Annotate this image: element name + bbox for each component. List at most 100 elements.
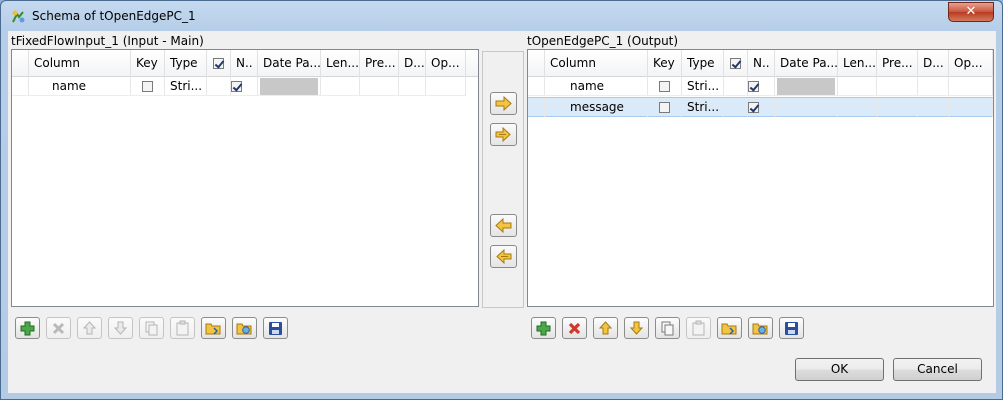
nullable-cell[interactable] [231, 77, 258, 96]
delete-button[interactable] [46, 317, 71, 339]
import-button[interactable] [201, 317, 226, 339]
paste-icon [692, 320, 705, 336]
optional-cell[interactable] [426, 77, 466, 96]
save-button[interactable] [263, 317, 288, 339]
input-schema-table[interactable]: Column Key Type N.. Date Pa... Len... Pr… [11, 49, 479, 307]
move-up-icon [82, 321, 97, 335]
column-name-cell[interactable]: name [29, 77, 131, 96]
delete-button[interactable] [562, 317, 587, 339]
copy-selected-right-button[interactable] [490, 92, 517, 115]
key-checkbox[interactable] [659, 81, 670, 92]
nullable-checkbox[interactable] [231, 81, 242, 92]
type-cell[interactable]: Stri... [682, 98, 724, 117]
key-header[interactable]: Key [648, 50, 682, 77]
length-header[interactable]: Len... [838, 50, 877, 77]
date-pattern-cell[interactable] [775, 98, 838, 117]
export-button[interactable] [748, 317, 773, 339]
table-row[interactable]: name Stri... [12, 77, 478, 97]
precision-cell[interactable] [360, 77, 399, 96]
nullable-checkbox[interactable] [748, 102, 759, 113]
nullable-checkbox[interactable] [748, 81, 759, 92]
type-header[interactable]: Type [682, 50, 724, 77]
close-button[interactable]: ✕ [948, 2, 994, 22]
paste-button[interactable] [686, 317, 711, 339]
add-button[interactable] [531, 317, 556, 339]
copy-button[interactable] [655, 317, 680, 339]
output-schema-table[interactable]: Column Key Type N.. Date Pa... Len... Pr… [527, 49, 994, 307]
key-checkbox[interactable] [659, 102, 670, 113]
table-row[interactable]: name Stri... [528, 77, 993, 97]
optional-header[interactable]: Op... [426, 50, 466, 77]
copy-selected-left-icon [495, 217, 512, 234]
length-cell[interactable] [321, 77, 360, 96]
import-icon [205, 323, 221, 335]
key-checkbox[interactable] [142, 81, 153, 92]
import-button[interactable] [717, 317, 742, 339]
length-header[interactable]: Len... [321, 50, 360, 77]
column-name-cell[interactable]: name [545, 77, 648, 96]
length-cell[interactable] [838, 98, 877, 117]
nullable-header[interactable]: N.. [748, 50, 775, 77]
optional-header[interactable]: Op... [949, 50, 993, 77]
dialog-body: tFixedFlowInput_1 (Input - Main) Column … [8, 31, 996, 393]
key-cell[interactable] [648, 77, 682, 96]
input-table-header: Column Key Type N.. Date Pa... Len... Pr… [12, 50, 478, 77]
save-icon [785, 322, 798, 335]
delete-icon [52, 322, 65, 335]
default-header[interactable]: D... [399, 50, 426, 77]
save-icon [269, 322, 282, 335]
default-cell[interactable] [399, 77, 426, 96]
save-button[interactable] [779, 317, 804, 339]
default-header[interactable]: D... [918, 50, 949, 77]
precision-cell[interactable] [877, 77, 918, 96]
paste-icon [176, 320, 189, 336]
date-pattern-header[interactable]: Date Pa... [775, 50, 838, 77]
select-all-header[interactable] [724, 50, 748, 77]
ok-button[interactable]: OK [795, 358, 884, 381]
select-all-checkbox[interactable] [730, 58, 741, 69]
title-bar[interactable]: Schema of tOpenEdgePC_1 ✕ [1, 1, 1002, 32]
nullable-cell[interactable] [748, 77, 775, 96]
optional-cell[interactable] [949, 98, 993, 117]
precision-cell[interactable] [877, 98, 918, 117]
precision-header[interactable]: Pre... [360, 50, 399, 77]
select-all-checkbox[interactable] [213, 58, 224, 69]
type-cell[interactable]: Stri... [682, 77, 724, 96]
paste-button[interactable] [170, 317, 195, 339]
column-name-cell[interactable]: message [545, 98, 648, 117]
cancel-button[interactable]: Cancel [893, 358, 982, 381]
default-cell[interactable] [918, 77, 949, 96]
date-pattern-cell[interactable] [775, 77, 838, 96]
move-down-button[interactable] [624, 317, 649, 339]
nullable-cell[interactable] [748, 98, 775, 117]
move-up-button[interactable] [593, 317, 618, 339]
key-header[interactable]: Key [131, 50, 165, 77]
transfer-buttons-column [482, 51, 524, 308]
row-selector-header [528, 50, 545, 77]
table-row-selected[interactable]: message Stri... [528, 97, 993, 117]
key-cell[interactable] [131, 77, 165, 96]
nullable-header[interactable]: N.. [231, 50, 258, 77]
column-header[interactable]: Column [545, 50, 648, 77]
blank-cell [724, 77, 748, 96]
select-all-header[interactable] [207, 50, 231, 77]
copy-all-left-button[interactable] [490, 245, 517, 268]
export-button[interactable] [232, 317, 257, 339]
delete-icon [568, 322, 581, 335]
add-button[interactable] [15, 317, 40, 339]
copy-button[interactable] [139, 317, 164, 339]
length-cell[interactable] [838, 77, 877, 96]
move-down-button[interactable] [108, 317, 133, 339]
move-up-button[interactable] [77, 317, 102, 339]
key-cell[interactable] [648, 98, 682, 117]
date-pattern-header[interactable]: Date Pa... [258, 50, 321, 77]
precision-header[interactable]: Pre... [877, 50, 918, 77]
default-cell[interactable] [918, 98, 949, 117]
type-cell[interactable]: Stri... [165, 77, 207, 96]
copy-all-right-button[interactable] [490, 123, 517, 146]
column-header[interactable]: Column [29, 50, 131, 77]
type-header[interactable]: Type [165, 50, 207, 77]
date-pattern-cell[interactable] [258, 77, 321, 96]
optional-cell[interactable] [949, 77, 993, 96]
copy-selected-left-button[interactable] [490, 214, 517, 237]
